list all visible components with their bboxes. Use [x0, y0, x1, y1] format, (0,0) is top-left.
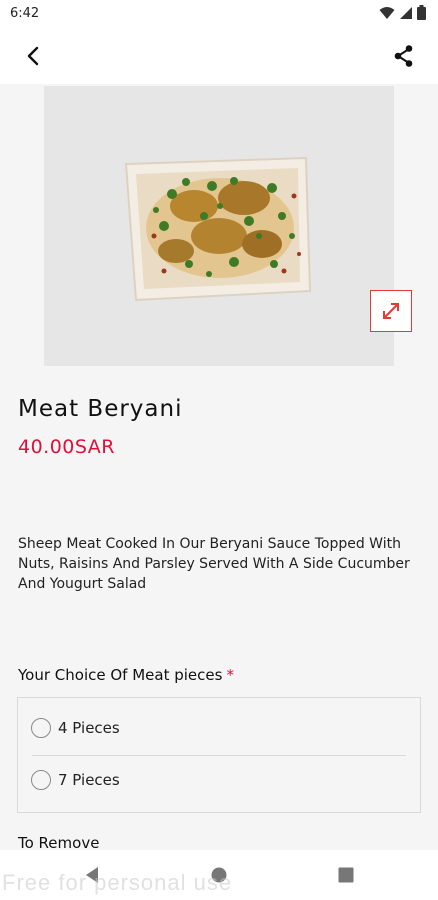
product-price: 40.00SAR	[18, 436, 116, 458]
option-4-pieces[interactable]: 4 Pieces	[18, 704, 420, 752]
meat-choice-options: 4 Pieces 7 Pieces	[17, 697, 421, 813]
back-button[interactable]	[20, 42, 48, 70]
watermark-text: Free for personal use	[2, 870, 233, 895]
radio-button[interactable]	[31, 770, 51, 790]
option-label: 4 Pieces	[58, 719, 120, 737]
expand-arrows-icon	[383, 303, 399, 319]
battery-icon	[417, 5, 426, 20]
chevron-left-icon	[27, 46, 39, 66]
product-image	[44, 86, 394, 366]
expand-image-button[interactable]	[370, 290, 412, 332]
status-time: 6:42	[10, 6, 40, 21]
signal-icon	[400, 6, 412, 19]
product-description: Sheep Meat Cooked In Our Beryani Sauce T…	[18, 536, 410, 592]
status-bar: 6:42	[0, 0, 438, 28]
product-name: Meat Beryani	[18, 396, 183, 422]
top-app-bar	[0, 28, 438, 84]
required-marker: *	[226, 666, 234, 684]
nav-recents-icon[interactable]	[338, 867, 354, 883]
share-button[interactable]	[390, 42, 418, 70]
radio-button[interactable]	[31, 718, 51, 738]
wifi-icon	[379, 6, 395, 19]
meat-choice-title: Your Choice Of Meat pieces *	[18, 666, 234, 684]
biryani-dish-illustration	[124, 156, 312, 302]
status-icons	[379, 5, 426, 20]
meat-choice-title-text: Your Choice Of Meat pieces	[18, 666, 223, 684]
option-label: 7 Pieces	[58, 771, 120, 789]
share-icon	[394, 45, 413, 67]
option-7-pieces[interactable]: 7 Pieces	[18, 756, 420, 804]
